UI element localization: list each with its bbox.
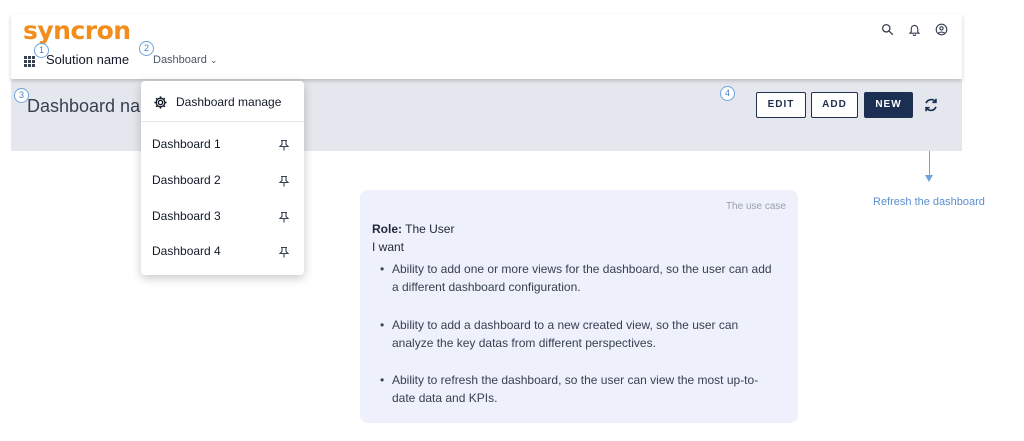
refresh-icon[interactable] — [922, 96, 940, 114]
dropdown-item-dashboard-2[interactable]: Dashboard 2 — [141, 163, 304, 197]
account-icon[interactable] — [935, 23, 948, 36]
gear-icon — [153, 95, 168, 110]
dashboard-select-label: Dashboard — [153, 54, 207, 66]
edit-button[interactable]: EDIT — [756, 92, 806, 118]
solution-name: Solution name — [46, 52, 130, 67]
annotation-badge-2: 2 — [139, 41, 154, 56]
annotation-arrow-head — [925, 175, 933, 182]
dropdown-item-dashboard-3[interactable]: Dashboard 3 — [141, 199, 304, 233]
bullet-dot: • — [380, 373, 385, 387]
pin-icon[interactable] — [278, 245, 290, 258]
use-case-want: I want — [372, 240, 405, 254]
pin-icon[interactable] — [278, 138, 290, 151]
new-button[interactable]: NEW — [864, 92, 913, 118]
add-button[interactable]: ADD — [811, 92, 858, 118]
dashboard-manage-label: Dashboard manage — [176, 95, 282, 109]
dropdown-item-dashboard-1[interactable]: Dashboard 1 — [141, 127, 304, 161]
use-case-card: The use case Role: The User I want • Abil… — [360, 190, 798, 423]
top-icons — [881, 23, 948, 36]
use-case-bullet: • Ability to refresh the dashboard, so th… — [380, 371, 780, 407]
annotation-badge-4: 4 — [720, 86, 735, 101]
logo: syncron — [23, 16, 131, 45]
use-case-role: Role: The User — [372, 222, 454, 236]
dropdown-item-label: Dashboard 3 — [152, 209, 221, 223]
pin-icon[interactable] — [278, 174, 290, 187]
bullet-dot: • — [380, 262, 385, 276]
annotation-badge-1: 1 — [34, 43, 49, 58]
pin-icon[interactable] — [278, 210, 290, 223]
bullet-text: Ability to add one or more views for the… — [392, 262, 772, 294]
use-case-bullet: • Ability to add a dashboard to a new cre… — [380, 316, 780, 352]
role-label: Role: — [372, 222, 402, 236]
bullet-dot: • — [380, 318, 385, 332]
bullet-text: Ability to refresh the dashboard, so the… — [392, 373, 759, 405]
role-value: The User — [405, 222, 455, 236]
use-case-bullet: • Ability to add one or more views for th… — [380, 260, 780, 296]
dropdown-item-label: Dashboard 2 — [152, 173, 221, 187]
dropdown-item-dashboard-4[interactable]: Dashboard 4 — [141, 234, 304, 268]
dashboard-dropdown-menu: Dashboard manage Dashboard 1 Dashboard 2… — [141, 81, 304, 275]
use-case-caption: The use case — [725, 201, 786, 212]
dropdown-item-label: Dashboard 1 — [152, 137, 221, 151]
annotation-badge-3: 3 — [14, 88, 29, 103]
dropdown-item-label: Dashboard 4 — [152, 244, 221, 258]
bell-icon[interactable] — [908, 23, 921, 36]
apps-grid-icon[interactable] — [24, 56, 36, 68]
bullet-text: Ability to add a dashboard to a new crea… — [392, 318, 739, 350]
dashboard-manage-item[interactable]: Dashboard manage — [141, 81, 304, 122]
dashboard-select[interactable]: Dashboard ⌄ — [153, 54, 217, 66]
search-icon[interactable] — [881, 23, 894, 36]
refresh-annotation-note: Refresh the dashboard — [873, 196, 985, 208]
chevron-down-icon: ⌄ — [209, 55, 218, 65]
